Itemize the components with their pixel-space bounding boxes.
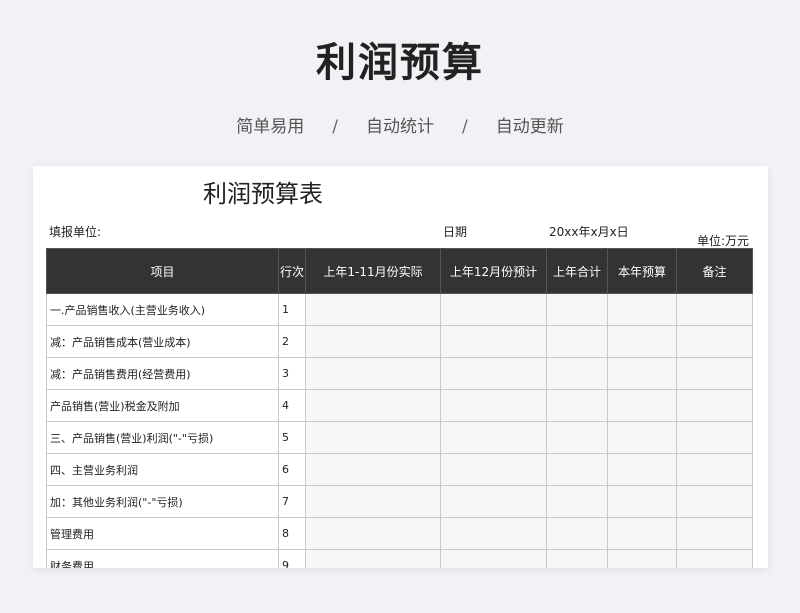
prior-total-cell[interactable] <box>546 389 608 422</box>
prior-total-cell[interactable] <box>546 421 608 454</box>
item-cell[interactable]: 加：其他业务利润("-"亏损) <box>46 485 279 518</box>
budget-table: 项目 行次 上年1-11月份实际 上年12月份预计 上年合计 本年预算 备注 一… <box>46 248 753 568</box>
tag-easy: 简单易用 <box>236 117 305 137</box>
table-header-row: 项目 行次 上年1-11月份实际 上年12月份预计 上年合计 本年预算 备注 <box>46 248 753 294</box>
item-cell[interactable]: 财务费用 <box>46 549 279 568</box>
remark-cell[interactable] <box>676 453 753 486</box>
prior-dec-estimate-cell[interactable] <box>440 389 547 422</box>
prior-actual-cell[interactable] <box>305 293 441 326</box>
row-number-cell[interactable]: 7 <box>278 485 306 518</box>
row-number-cell[interactable]: 2 <box>278 325 306 358</box>
date-label: 日期 <box>443 225 468 239</box>
prior-dec-estimate-cell[interactable] <box>440 549 547 568</box>
column-header: 上年1-11月份实际 <box>305 248 441 294</box>
row-number-cell[interactable]: 1 <box>278 293 306 326</box>
page-title: 利润预算 <box>316 40 484 86</box>
item-cell[interactable]: 减：产品销售成本(营业成本) <box>46 325 279 358</box>
feature-tags: 简单易用 / 自动统计 / 自动更新 <box>0 112 800 137</box>
separator: / <box>462 117 468 137</box>
current-budget-cell[interactable] <box>607 549 677 568</box>
prior-actual-cell[interactable] <box>305 453 441 486</box>
remark-cell[interactable] <box>676 325 753 358</box>
table-row: 减：产品销售成本(营业成本) 2 <box>46 325 753 358</box>
item-cell[interactable]: 一.产品销售收入(主营业务收入) <box>46 293 279 326</box>
prior-dec-estimate-cell[interactable] <box>440 357 547 390</box>
table-row: 产品销售(营业)税金及附加 4 <box>46 389 753 422</box>
prior-dec-estimate-cell[interactable] <box>440 517 547 550</box>
item-cell[interactable]: 四、主营业务利润 <box>46 453 279 486</box>
prior-total-cell[interactable] <box>546 453 608 486</box>
table-row: 管理费用 8 <box>46 517 753 550</box>
prior-total-cell[interactable] <box>546 485 608 518</box>
current-budget-cell[interactable] <box>607 389 677 422</box>
prior-actual-cell[interactable] <box>305 517 441 550</box>
prior-dec-estimate-cell[interactable] <box>440 453 547 486</box>
current-budget-cell[interactable] <box>607 453 677 486</box>
item-cell[interactable]: 产品销售(营业)税金及附加 <box>46 389 279 422</box>
reporting-unit-label: 填报单位: <box>49 225 102 239</box>
item-cell[interactable]: 减：产品销售费用(经营费用) <box>46 357 279 390</box>
item-cell[interactable]: 管理费用 <box>46 517 279 550</box>
prior-actual-cell[interactable] <box>305 357 441 390</box>
prior-actual-cell[interactable] <box>305 389 441 422</box>
row-number-cell[interactable]: 4 <box>278 389 306 422</box>
prior-actual-cell[interactable] <box>305 485 441 518</box>
table-row: 三、产品销售(营业)利润("-"亏损) 5 <box>46 421 753 454</box>
prior-total-cell[interactable] <box>546 549 608 568</box>
table-row: 一.产品销售收入(主营业务收入) 1 <box>46 293 753 326</box>
column-header: 上年合计 <box>546 248 608 294</box>
spreadsheet-preview: 利润预算表 填报单位: 日期 20xx年x月x日 单位:万元 项目 行次 上年1… <box>33 166 768 568</box>
column-header: 本年预算 <box>607 248 677 294</box>
table-row: 减：产品销售费用(经营费用) 3 <box>46 357 753 390</box>
item-cell[interactable]: 三、产品销售(营业)利润("-"亏损) <box>46 421 279 454</box>
prior-total-cell[interactable] <box>546 517 608 550</box>
prior-total-cell[interactable] <box>546 325 608 358</box>
prior-dec-estimate-cell[interactable] <box>440 421 547 454</box>
table-row: 财务费用 9 <box>46 549 753 568</box>
remark-cell[interactable] <box>676 293 753 326</box>
row-number-cell[interactable]: 9 <box>278 549 306 568</box>
current-budget-cell[interactable] <box>607 357 677 390</box>
prior-dec-estimate-cell[interactable] <box>440 485 547 518</box>
column-header: 行次 <box>278 248 306 294</box>
prior-dec-estimate-cell[interactable] <box>440 293 547 326</box>
prior-actual-cell[interactable] <box>305 421 441 454</box>
date-value: 20xx年x月x日 <box>549 225 629 239</box>
row-number-cell[interactable]: 8 <box>278 517 306 550</box>
column-header: 项目 <box>46 248 279 294</box>
table-row: 加：其他业务利润("-"亏损) 7 <box>46 485 753 518</box>
table-row: 四、主营业务利润 6 <box>46 453 753 486</box>
row-number-cell[interactable]: 5 <box>278 421 306 454</box>
unit-label: 单位:万元 <box>697 234 750 248</box>
prior-dec-estimate-cell[interactable] <box>440 325 547 358</box>
current-budget-cell[interactable] <box>607 421 677 454</box>
current-budget-cell[interactable] <box>607 325 677 358</box>
current-budget-cell[interactable] <box>607 485 677 518</box>
prior-actual-cell[interactable] <box>305 325 441 358</box>
remark-cell[interactable] <box>676 389 753 422</box>
remark-cell[interactable] <box>676 549 753 568</box>
remark-cell[interactable] <box>676 357 753 390</box>
remark-cell[interactable] <box>676 517 753 550</box>
current-budget-cell[interactable] <box>607 293 677 326</box>
tag-auto-update: 自动更新 <box>495 117 564 137</box>
separator: / <box>332 117 338 137</box>
prior-total-cell[interactable] <box>546 293 608 326</box>
prior-total-cell[interactable] <box>546 357 608 390</box>
column-header: 上年12月份预计 <box>440 248 547 294</box>
row-number-cell[interactable]: 3 <box>278 357 306 390</box>
tag-auto-stats: 自动统计 <box>366 117 434 137</box>
remark-cell[interactable] <box>676 421 753 454</box>
remark-cell[interactable] <box>676 485 753 518</box>
prior-actual-cell[interactable] <box>305 549 441 568</box>
sheet-title: 利润预算表 <box>203 180 323 208</box>
row-number-cell[interactable]: 6 <box>278 453 306 486</box>
current-budget-cell[interactable] <box>607 517 677 550</box>
column-header: 备注 <box>676 248 753 294</box>
